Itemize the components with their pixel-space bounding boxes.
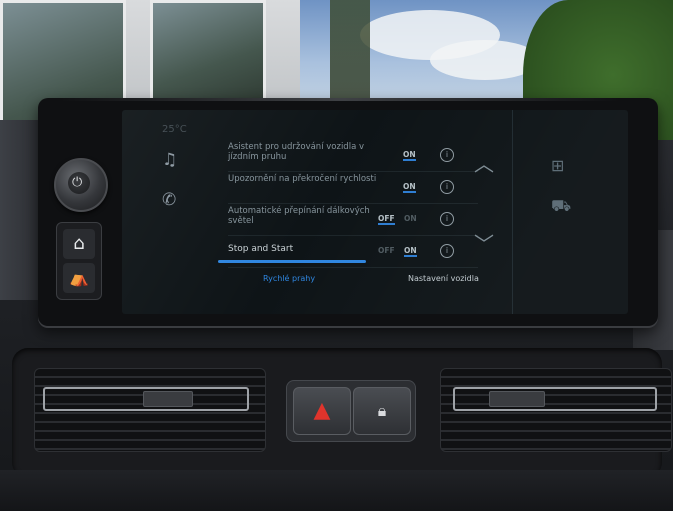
- lower-dashboard: [0, 470, 673, 511]
- window: [150, 0, 266, 106]
- hazard-icon: ▲: [313, 398, 331, 423]
- temperature-text: 25°C: [162, 124, 187, 135]
- active-tab-indicator: [218, 260, 366, 263]
- info-icon[interactable]: i: [440, 212, 454, 226]
- toggle-on[interactable]: ON: [404, 214, 417, 223]
- vent-grip[interactable]: [143, 391, 193, 407]
- toggle-on[interactable]: ON: [403, 182, 416, 193]
- home-button[interactable]: ⌂: [63, 229, 95, 259]
- power-icon: ⏻: [72, 175, 83, 190]
- right-air-vent[interactable]: [440, 368, 672, 452]
- knob-center: ⏻: [68, 172, 90, 194]
- toggle-on[interactable]: ON: [404, 246, 417, 257]
- chevron-down-icon[interactable]: ﹀: [474, 228, 494, 257]
- seat-button[interactable]: ⛺: [63, 263, 95, 293]
- toggle-off[interactable]: OFF: [378, 246, 395, 255]
- home-icon: ⌂: [73, 233, 85, 254]
- settings-row: Upozornění na překročení rychlosti ON i: [228, 172, 478, 204]
- center-button-block: ▲ 🔒︎: [286, 380, 416, 442]
- setting-label: Automatické přepínání dálkových světel: [228, 206, 370, 226]
- music-icon[interactable]: ♫: [162, 150, 192, 190]
- hazard-button[interactable]: ▲: [293, 387, 351, 435]
- left-air-vent[interactable]: [34, 368, 266, 452]
- left-menu: ♫ ✆: [162, 150, 192, 230]
- toggle-on[interactable]: ON: [403, 150, 416, 161]
- setting-label: Asistent pro udržování vozidla v jízdním…: [228, 142, 365, 162]
- vent-grip[interactable]: [489, 391, 545, 407]
- phone-icon[interactable]: ✆: [162, 190, 192, 230]
- bezel-highlight: [60, 98, 620, 101]
- info-icon[interactable]: i: [440, 180, 454, 194]
- apps-grid-icon[interactable]: ⊞: [551, 156, 564, 175]
- settings-list: Asistent pro udržování vozidla v jízdním…: [228, 140, 478, 268]
- side-button-panel: ⌂ ⛺: [56, 222, 102, 300]
- chevron-up-icon[interactable]: ︿: [474, 148, 494, 177]
- vent-slat: [453, 387, 657, 411]
- info-icon[interactable]: i: [440, 244, 454, 258]
- info-icon[interactable]: i: [440, 148, 454, 162]
- infotainment-display: 25°C ♫ ✆ Asistent pro udržování vozidla …: [122, 110, 628, 314]
- settings-row: Asistent pro udržování vozidla v jízdním…: [228, 140, 478, 172]
- seat-icon: ⛺: [69, 268, 89, 287]
- volume-knob[interactable]: ⏻: [54, 158, 108, 212]
- car-icon[interactable]: ⛟: [551, 196, 571, 217]
- scroll-arrows: ︿ ﹀: [466, 148, 506, 268]
- tree: [330, 0, 370, 110]
- toggle-off[interactable]: OFF: [378, 214, 395, 225]
- setting-label: Stop and Start: [228, 244, 294, 254]
- tab-vehicle-settings[interactable]: Nastavení vozidla: [408, 274, 479, 283]
- status-bar: 25°C: [162, 124, 187, 135]
- tab-quick-settings[interactable]: Rychlé prahy: [263, 274, 315, 283]
- settings-row: Automatické přepínání dálkových světel O…: [228, 204, 478, 236]
- tab-bar: Rychlé prahy Nastavení vozidla: [218, 260, 508, 290]
- central-lock-button[interactable]: 🔒︎: [353, 387, 411, 435]
- right-column: ⊞ ⛟: [512, 110, 628, 314]
- lock-icon: 🔒︎: [377, 401, 387, 420]
- setting-label: Upozornění na překročení rychlosti: [228, 174, 377, 184]
